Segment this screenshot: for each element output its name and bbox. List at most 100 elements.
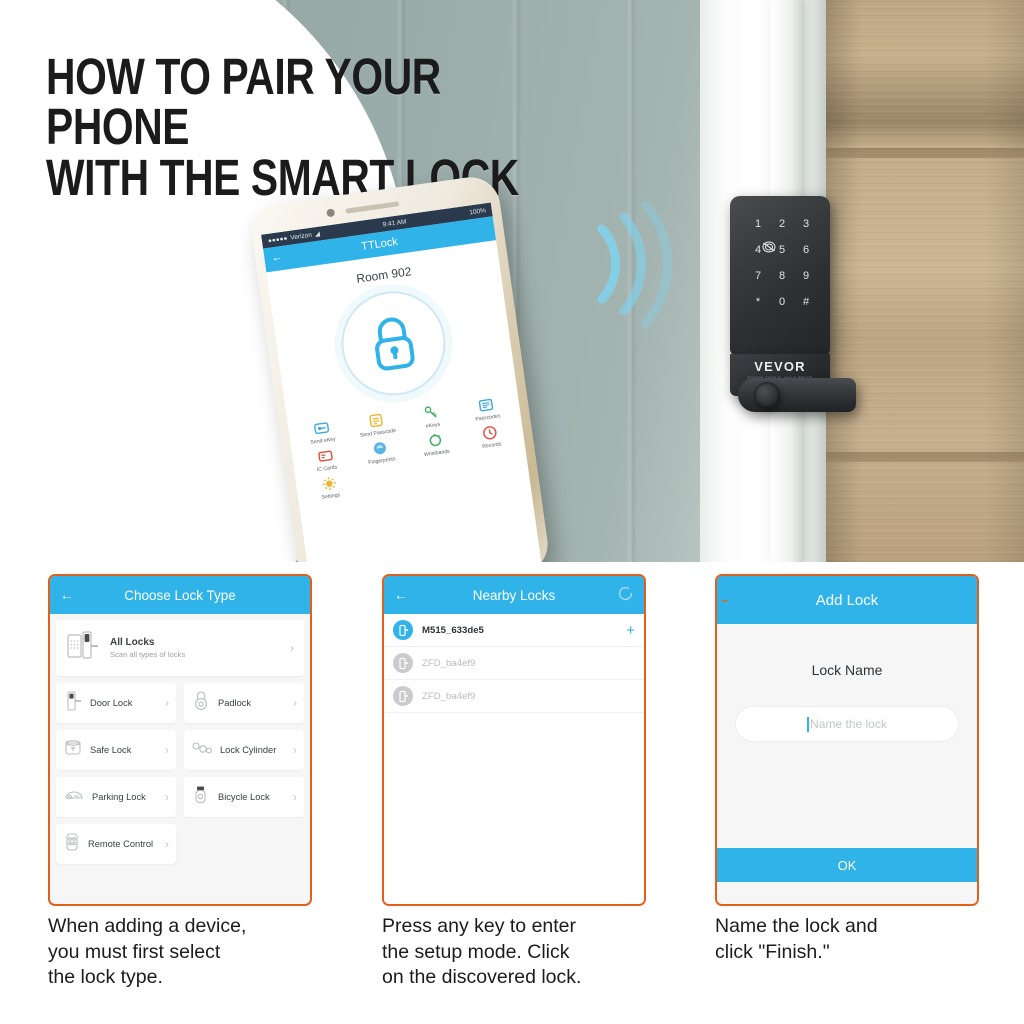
lock-device-icon xyxy=(393,620,413,640)
all-locks-title: All Locks xyxy=(110,637,155,648)
bicycle-lock-icon xyxy=(191,784,211,811)
app-shortcut-label: Send Passcode xyxy=(359,427,397,439)
send-ekey-icon xyxy=(312,419,330,437)
screen-add-lock: – Add Lock Lock Name Name the lock OK xyxy=(715,574,979,906)
unlock-button[interactable] xyxy=(334,284,453,403)
phone-screen: ●●●●● Verizon ◢ 9:41 AM 100% ← TTLock Ro… xyxy=(261,202,543,562)
lock-type-padlock[interactable]: Padlock › xyxy=(184,683,304,723)
screen1-header: ← Choose Lock Type xyxy=(50,576,310,614)
wood-seam xyxy=(826,452,1024,462)
bluetooth-signal-waves xyxy=(580,195,710,345)
nearby-lock-name: ZFD_ba4ef9 xyxy=(422,657,476,669)
app-title: TTLock xyxy=(360,235,399,253)
phone-camera xyxy=(326,208,336,218)
chevron-right-icon: › xyxy=(290,641,294,655)
lock-type-label: Padlock xyxy=(218,697,252,708)
list-item-nearby-lock[interactable]: ZFD_ba4ef9 xyxy=(384,647,644,680)
app-shortcut-label: Fingerprints xyxy=(368,456,396,467)
keypad-key: 7 xyxy=(754,269,762,282)
screen3-title: Add Lock xyxy=(815,591,879,609)
screen-nearby-locks: ← Nearby Locks M515_633de5 + ZFD_ba4ef9 … xyxy=(382,574,646,906)
door-lock-icon xyxy=(63,690,83,717)
back-arrow-icon[interactable]: – xyxy=(721,593,728,608)
lock-keypad: 1 2 3 4 5 6 7 8 9 * 0 # xyxy=(746,212,818,315)
loading-spinner-icon[interactable] xyxy=(617,585,634,605)
battery-label: 100% xyxy=(468,206,487,216)
caption-step-2: Press any key to enter the setup mode. C… xyxy=(382,915,582,989)
smartphone: ●●●●● Verizon ◢ 9:41 AM 100% ← TTLock Ro… xyxy=(248,171,562,562)
settings-icon xyxy=(320,475,338,493)
keypad-key: 2 xyxy=(778,218,786,231)
screen1-body: All Locks Scan all types of locks › Door… xyxy=(50,614,310,864)
lock-thumb-turn xyxy=(754,382,780,408)
lock-type-remote-control[interactable]: Remote Control › xyxy=(56,824,176,864)
lock-type-safe-lock[interactable]: Safe Lock › xyxy=(56,730,176,770)
lock-name-label: Lock Name xyxy=(811,662,883,678)
list-item-all-locks[interactable]: All Locks Scan all types of locks › xyxy=(56,620,304,676)
lock-type-bicycle-lock[interactable]: Bicycle Lock › xyxy=(184,777,304,817)
app-shortcut[interactable]: Records xyxy=(463,421,519,452)
clock-label: 9:41 AM xyxy=(382,217,407,229)
app-shortcut[interactable]: Send eKey xyxy=(294,417,350,448)
keypad-key: 9 xyxy=(802,269,810,282)
lock-type-grid-spacer xyxy=(184,824,304,864)
keypad-key: # xyxy=(802,295,810,308)
lock-type-door-lock[interactable]: Door Lock › xyxy=(56,683,176,723)
safe-lock-icon xyxy=(63,737,83,764)
back-arrow-icon[interactable]: ← xyxy=(60,588,74,603)
ok-button[interactable]: OK xyxy=(717,848,977,882)
lock-type-label: Door Lock xyxy=(90,697,133,708)
lock-type-parking-lock[interactable]: Parking Lock › xyxy=(56,777,176,817)
chevron-right-icon: › xyxy=(165,696,169,710)
app-shortcut-label: Passcodes xyxy=(475,413,501,423)
fingerprints-icon xyxy=(371,439,389,457)
padlock-icon xyxy=(375,317,415,371)
app-shortcut-label: IC Cards xyxy=(316,464,338,474)
lock-type-label: Safe Lock xyxy=(90,744,132,755)
app-shortcut[interactable]: eKeys xyxy=(404,401,460,432)
wristbands-icon xyxy=(426,432,444,450)
nearby-lock-name: ZFD_ba4ef9 xyxy=(422,690,476,702)
phone-speaker xyxy=(345,201,400,214)
signal-dots-icon: ●●●●● xyxy=(267,234,288,245)
wood-seam xyxy=(826,148,1024,158)
keypad-key: 6 xyxy=(802,244,810,257)
app-shortcut-label: eKeys xyxy=(425,421,441,430)
list-item-nearby-lock[interactable]: ZFD_ba4ef9 xyxy=(384,680,644,713)
app-shortcut[interactable]: Passcodes xyxy=(459,393,515,424)
screen2-body: M515_633de5 + ZFD_ba4ef9 ZFD_ba4ef9 xyxy=(384,614,644,904)
app-shortcut[interactable]: Settings xyxy=(302,473,358,504)
app-shortcut-label: Send eKey xyxy=(310,436,337,446)
phone-body: ●●●●● Verizon ◢ 9:41 AM 100% ← TTLock Ro… xyxy=(248,173,552,562)
steps-section: ← Choose Lock Type All Locks Scan all ty… xyxy=(0,562,1024,1024)
lock-cylinder-icon xyxy=(191,738,213,763)
remote-control-icon xyxy=(63,831,81,858)
chevron-right-icon: › xyxy=(165,743,169,757)
lock-name-placeholder: Name the lock xyxy=(810,717,887,731)
keypad-key: 3 xyxy=(802,218,810,231)
app-shortcut[interactable]: Wristbands xyxy=(408,429,464,460)
back-arrow-icon[interactable]: ← xyxy=(271,251,284,264)
screen2-title: Nearby Locks xyxy=(472,587,556,603)
nearby-lock-name: M515_633de5 xyxy=(422,624,484,636)
add-lock-plus-icon[interactable]: + xyxy=(626,623,635,638)
keypad-key: 8 xyxy=(778,269,786,282)
lock-type-label: Parking Lock xyxy=(92,791,146,802)
lock-name-input[interactable]: Name the lock xyxy=(735,706,959,742)
app-shortcut[interactable]: IC Cards xyxy=(298,445,354,476)
keypad-key: 1 xyxy=(754,218,762,231)
smart-door-lock-icon xyxy=(66,629,100,668)
app-shortcut[interactable]: Send Passcode xyxy=(349,409,405,440)
lock-type-label: Remote Control xyxy=(88,838,154,849)
lock-type-label: Lock Cylinder xyxy=(220,744,277,755)
back-arrow-icon[interactable]: ← xyxy=(394,588,408,603)
brand-name: VEVOR xyxy=(754,359,806,374)
app-shortcut-label: Records xyxy=(481,441,502,451)
list-item-nearby-lock[interactable]: M515_633de5 + xyxy=(384,614,644,647)
lock-type-lock-cylinder[interactable]: Lock Cylinder › xyxy=(184,730,304,770)
all-locks-subtitle: Scan all types of locks xyxy=(110,650,186,659)
chevron-right-icon: › xyxy=(293,696,297,710)
keypad-key: 0 xyxy=(778,295,786,308)
caption-step-1: When adding a device, you must first sel… xyxy=(48,915,247,989)
app-shortcut[interactable]: Fingerprints xyxy=(353,437,409,468)
